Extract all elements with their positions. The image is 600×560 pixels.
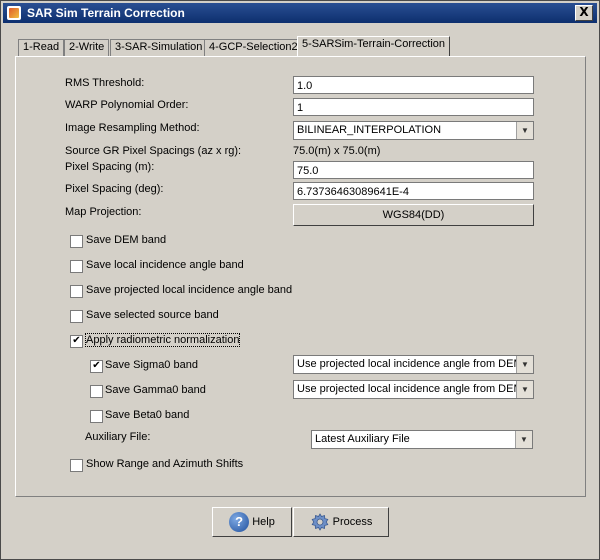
save-dem-label: Save DEM band [86,234,167,246]
sigma0-select[interactable]: Use projected local incidence angle from… [293,355,534,374]
beta0-checkbox[interactable] [90,410,103,423]
gamma0-select[interactable]: Use projected local incidence angle from… [293,380,534,399]
app-icon [7,6,21,20]
auxiliary-select[interactable]: Latest Auxiliary File ▼ [311,430,533,449]
resampling-select[interactable]: BILINEAR_INTERPOLATION ▼ [293,121,534,140]
source-spacing-label: Source GR Pixel Spacings (az x rg): [65,145,242,157]
tab-write[interactable]: 2-Write [64,39,110,56]
tab-read[interactable]: 1-Read [18,39,65,56]
warp-order-input[interactable]: 1 [293,98,534,116]
chevron-down-icon[interactable]: ▼ [515,431,532,448]
dialog-window: SAR Sim Terrain Correction X 1-Read 2-Wr… [0,0,600,560]
save-source-checkbox[interactable] [70,310,83,323]
close-button[interactable]: X [575,5,593,21]
chevron-down-icon[interactable]: ▼ [516,381,533,398]
tab-sar-simulation[interactable]: 3-SAR-Simulation [110,39,208,56]
chevron-down-icon[interactable]: ▼ [516,122,533,139]
sigma0-option: Use projected local incidence angle from… [297,358,523,370]
help-button-label: Help [252,516,275,528]
range-azimuth-label: Show Range and Azimuth Shifts [86,458,244,470]
gamma0-label: Save Gamma0 band [105,384,206,396]
pixel-spacing-m-label: Pixel Spacing (m): [65,161,155,173]
pixel-spacing-m-input[interactable]: 75.0 [293,161,534,179]
save-source-label: Save selected source band [86,309,219,321]
gear-icon [311,513,329,531]
gamma0-checkbox[interactable] [90,385,103,398]
process-button[interactable]: Process [293,507,389,537]
chevron-down-icon[interactable]: ▼ [516,356,533,373]
source-spacing-value: 75.0(m) x 75.0(m) [293,145,381,157]
save-plia-label: Save projected local incidence angle ban… [86,284,293,296]
map-projection-label: Map Projection: [65,206,142,218]
title-bar[interactable]: SAR Sim Terrain Correction X [3,3,597,23]
save-lia-checkbox[interactable] [70,260,83,273]
resampling-value: BILINEAR_INTERPOLATION [297,124,442,136]
apply-normalization-label: Apply radiometric normalization [84,333,241,347]
apply-normalization-checkbox[interactable]: ✔ [70,335,83,348]
tab-gcp-selection[interactable]: 4-GCP-Selection2 [204,39,303,56]
beta0-label: Save Beta0 band [105,409,190,421]
save-dem-checkbox[interactable] [70,235,83,248]
save-lia-label: Save local incidence angle band [86,259,244,271]
map-projection-button[interactable]: WGS84(DD) [293,204,534,226]
rms-threshold-label: RMS Threshold: [65,77,145,89]
resampling-label: Image Resampling Method: [65,122,200,134]
help-button[interactable]: ? Help [212,507,292,537]
tab-terrain-correction[interactable]: 5-SARSim-Terrain-Correction [297,36,451,56]
window-title: SAR Sim Terrain Correction [27,6,185,20]
sigma0-checkbox[interactable]: ✔ [90,360,103,373]
range-azimuth-checkbox[interactable] [70,459,83,472]
warp-order-label: WARP Polynomial Order: [65,99,189,111]
auxiliary-label: Auxiliary File: [85,431,151,443]
sigma0-label: Save Sigma0 band [105,359,198,371]
pixel-spacing-deg-input[interactable]: 6.73736463089641E-4 [293,182,534,200]
rms-threshold-input[interactable]: 1.0 [293,76,534,94]
process-button-label: Process [332,516,373,528]
gamma0-option: Use projected local incidence angle from… [297,383,523,395]
help-icon: ? [229,512,250,533]
pixel-spacing-deg-label: Pixel Spacing (deg): [65,183,164,195]
auxiliary-value: Latest Auxiliary File [315,433,410,445]
save-plia-checkbox[interactable] [70,285,83,298]
